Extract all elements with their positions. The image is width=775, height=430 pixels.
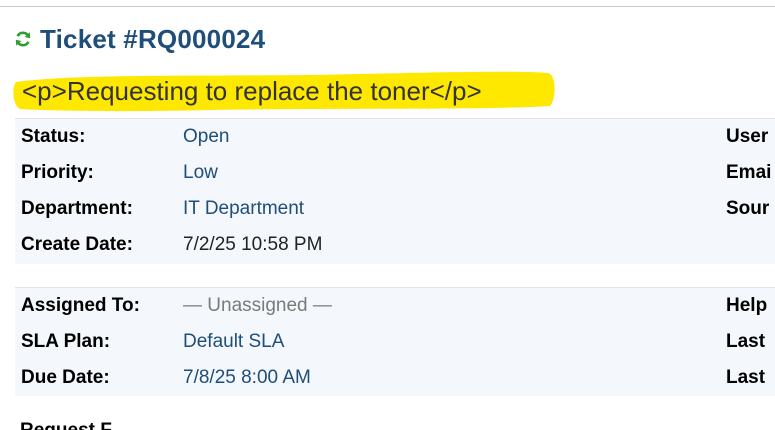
assigned-value[interactable]: — Unassigned — (183, 295, 332, 317)
top-border (0, 0, 775, 7)
assigned-row: Assigned To: — Unassigned — Help (15, 288, 775, 324)
sla-row: SLA Plan: Default SLA Last (15, 324, 775, 360)
last-response-label: Last (726, 367, 766, 388)
assignment-panel: Assigned To: — Unassigned — Help SLA Pla… (15, 287, 775, 396)
status-value[interactable]: Open (183, 126, 229, 148)
next-section-heading: Request F (20, 420, 112, 430)
refresh-icon[interactable] (14, 30, 32, 48)
ticket-header: Ticket #RQ000024 (14, 22, 265, 56)
create-date-label: Create Date: (21, 234, 133, 255)
ticket-subject: <p>Requesting to replace the toner</p> (12, 70, 557, 112)
create-date-row: Create Date: 7/2/25 10:58 PM (15, 227, 775, 263)
user-label: User (726, 126, 769, 147)
priority-row: Priority: Low Emai (15, 155, 775, 191)
status-row: Status: Open User (15, 119, 775, 155)
source-label: Sour (726, 198, 770, 219)
ticket-title[interactable]: Ticket #RQ000024 (40, 24, 265, 55)
due-date-row: Due Date: 7/8/25 8:00 AM Last (15, 360, 775, 396)
sla-label: SLA Plan: (21, 331, 111, 352)
priority-value[interactable]: Low (183, 162, 218, 184)
last-message-label: Last (726, 331, 766, 352)
status-label: Status: (21, 126, 86, 147)
department-label: Department: (21, 198, 133, 219)
due-date-value[interactable]: 7/8/25 8:00 AM (183, 367, 311, 389)
ticket-details-panel: Status: Open User Priority: Low Emai Dep… (15, 118, 775, 264)
help-topic-label: Help (726, 295, 768, 316)
sla-value[interactable]: Default SLA (183, 331, 284, 353)
create-date-value: 7/2/25 10:58 PM (183, 234, 323, 255)
department-value[interactable]: IT Department (183, 198, 304, 220)
priority-label: Priority: (21, 162, 94, 183)
due-date-label: Due Date: (21, 367, 110, 388)
assigned-label: Assigned To: (21, 295, 140, 316)
subject-text: <p>Requesting to replace the toner</p> (22, 76, 482, 106)
department-row: Department: IT Department Sour (15, 191, 775, 227)
email-label: Emai (726, 162, 772, 183)
